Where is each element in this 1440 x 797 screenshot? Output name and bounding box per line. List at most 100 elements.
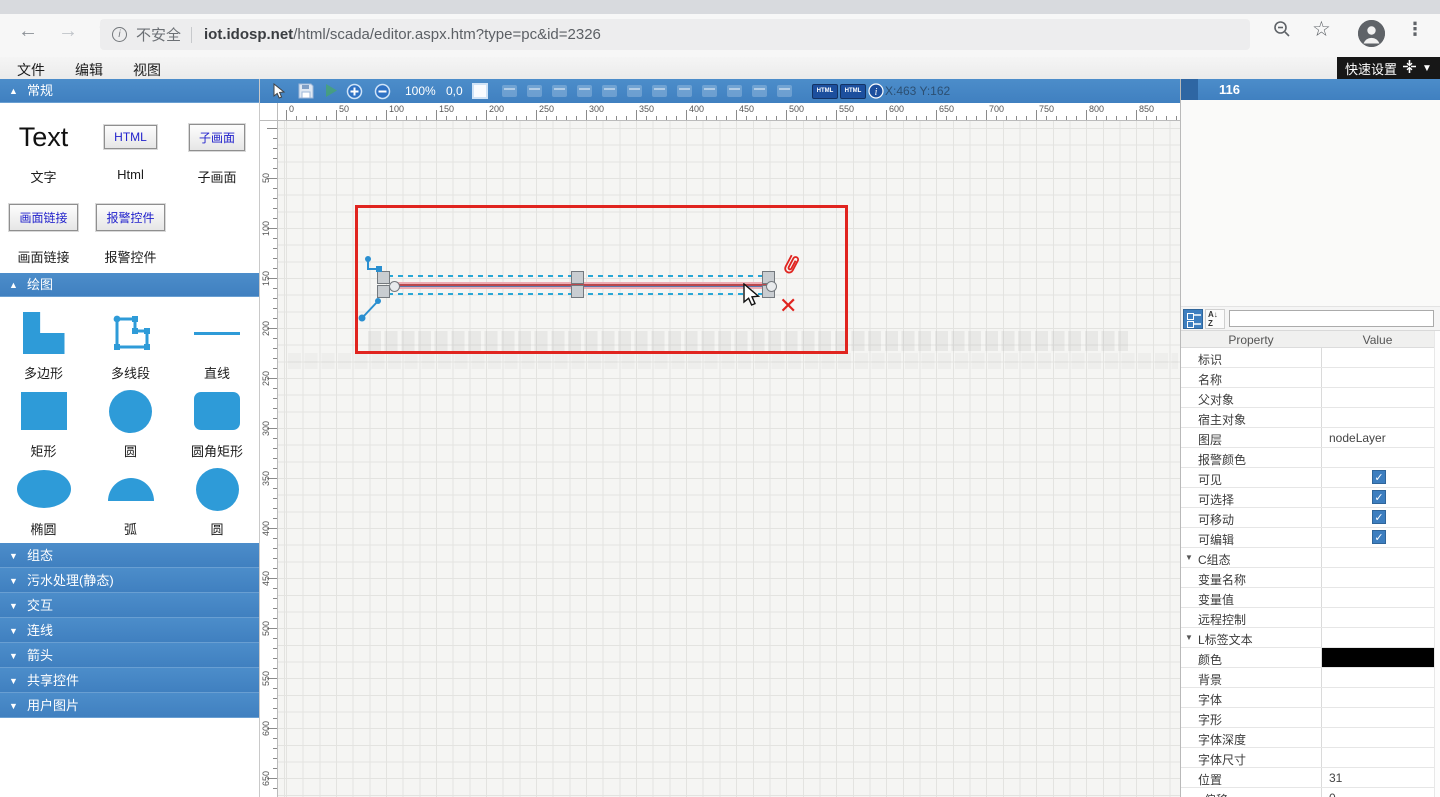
property-row-C组态[interactable]: ▼C组态 — [1181, 548, 1434, 568]
section-header-draw[interactable]: ▲ 绘图 — [0, 273, 259, 297]
property-row-颜色[interactable]: 颜色 — [1181, 648, 1434, 668]
draw-tool-polygon[interactable]: 多边形 — [0, 309, 87, 387]
line-endpoint-handle[interactable] — [389, 281, 400, 292]
tool-screen-link[interactable]: 画面链接画面链接 — [0, 193, 87, 273]
checkbox-icon[interactable]: ✓ — [1372, 510, 1386, 524]
property-row-可移动[interactable]: 可移动✓ — [1181, 508, 1434, 528]
zoom-out-icon[interactable] — [374, 83, 391, 103]
property-row-背景[interactable]: 背景 — [1181, 668, 1434, 688]
property-filter-input[interactable] — [1229, 310, 1434, 327]
distribute-v-icon[interactable] — [677, 85, 692, 97]
categorize-icon[interactable] — [1183, 309, 1203, 329]
property-value[interactable]: 0 — [1321, 788, 1434, 797]
draw-tool-arc[interactable]: 弧 — [87, 465, 174, 543]
align-bottom-icon[interactable] — [627, 85, 642, 97]
property-row-字形[interactable]: 字形 — [1181, 708, 1434, 728]
property-row-可选择[interactable]: 可选择✓ — [1181, 488, 1434, 508]
url-bar[interactable]: i 不安全 iot.idosp.net/html/scada/editor.as… — [100, 19, 1250, 50]
object-tree-area[interactable] — [1181, 100, 1440, 307]
select-cursor-icon[interactable] — [272, 83, 287, 103]
property-row-可见[interactable]: 可见✓ — [1181, 468, 1434, 488]
save-icon[interactable] — [298, 83, 314, 102]
ungroup-icon[interactable] — [777, 85, 792, 97]
property-row-变量值[interactable]: 变量值 — [1181, 588, 1434, 608]
draw-tool-circle2[interactable]: 圆 — [174, 465, 260, 543]
equal-width-icon[interactable] — [702, 85, 717, 97]
draw-tool-ellipse[interactable]: 椭圆 — [0, 465, 87, 543]
checkbox-icon[interactable]: ✓ — [1372, 530, 1386, 544]
section-header-collapsed[interactable]: ▼组态 — [0, 543, 259, 568]
zoom-in-icon[interactable] — [346, 83, 363, 103]
quick-settings-dropdown-icon[interactable]: ▼ — [1422, 63, 1432, 74]
section-header-collapsed[interactable]: ▼连线 — [0, 618, 259, 643]
align-right-icon[interactable] — [552, 85, 567, 97]
align-middle-v-icon[interactable] — [602, 85, 617, 97]
align-center-h-icon[interactable] — [527, 85, 542, 97]
property-value[interactable] — [1321, 408, 1434, 427]
property-value[interactable]: 31 — [1321, 768, 1434, 787]
align-left-icon[interactable] — [502, 85, 517, 97]
zoom-out-page-icon[interactable] — [1272, 19, 1292, 45]
run-icon[interactable] — [324, 83, 338, 101]
section-header-general[interactable]: ▲ 常规 — [0, 79, 259, 103]
forward-icon[interactable]: → — [58, 20, 78, 43]
checkbox-icon[interactable]: ✓ — [1372, 470, 1386, 484]
property-row-远程控制[interactable]: 远程控制 — [1181, 608, 1434, 628]
tool-text[interactable]: Text文字 — [0, 113, 87, 193]
bookmark-star-icon[interactable]: ☆ — [1312, 17, 1331, 42]
resize-handle[interactable] — [571, 271, 584, 284]
checkbox-icon[interactable]: ✓ — [1372, 490, 1386, 504]
section-header-collapsed[interactable]: ▼污水处理(静态) — [0, 568, 259, 593]
property-value[interactable] — [1321, 448, 1434, 467]
tool-sub-screen[interactable]: 子画面子画面 — [174, 113, 260, 193]
property-row-名称[interactable]: 名称 — [1181, 368, 1434, 388]
back-icon[interactable]: ← — [18, 20, 38, 43]
property-row-x偏移[interactable]: x偏移0 — [1181, 788, 1434, 797]
distribute-h-icon[interactable] — [652, 85, 667, 97]
browser-menu-icon[interactable]: ⋮ — [1406, 19, 1424, 40]
property-value[interactable] — [1321, 588, 1434, 607]
property-row-父对象[interactable]: 父对象 — [1181, 388, 1434, 408]
quick-settings[interactable]: 快速设置 ▼ — [1337, 57, 1440, 79]
draw-tool-polyline[interactable]: 多线段 — [87, 309, 174, 387]
property-row-图层[interactable]: 图层nodeLayer — [1181, 428, 1434, 448]
property-row-变量名称[interactable]: 变量名称 — [1181, 568, 1434, 588]
group-icon[interactable] — [752, 85, 767, 97]
property-value[interactable]: ✓ — [1321, 528, 1434, 547]
property-value[interactable] — [1321, 748, 1434, 767]
draw-tool-circle[interactable]: 圆 — [87, 387, 174, 465]
draw-tool-rect[interactable]: 矩形 — [0, 387, 87, 465]
menu-file[interactable]: 文件 — [17, 60, 45, 80]
tool-html[interactable]: HTMLHtml — [87, 113, 174, 193]
property-row-标识[interactable]: 标识 — [1181, 348, 1434, 368]
profile-avatar[interactable] — [1358, 20, 1385, 47]
canvas-background-icon[interactable] — [472, 83, 488, 102]
group-collapse-icon[interactable]: ▼ — [1185, 633, 1193, 642]
line-endpoint-handle[interactable] — [766, 281, 777, 292]
property-row-报警颜色[interactable]: 报警颜色 — [1181, 448, 1434, 468]
page-info-icon[interactable]: i — [112, 27, 127, 42]
sort-az-icon[interactable]: A↓Z — [1205, 309, 1225, 329]
section-header-collapsed[interactable]: ▼用户图片 — [0, 693, 259, 718]
draw-tool-line[interactable]: 直线 — [174, 309, 260, 387]
section-header-collapsed[interactable]: ▼交互 — [0, 593, 259, 618]
collapse-panels-icon[interactable] — [1403, 60, 1416, 76]
property-value[interactable]: ✓ — [1321, 488, 1434, 507]
property-row-可编辑[interactable]: 可编辑✓ — [1181, 528, 1434, 548]
tool-alarm-control[interactable]: 报警控件报警控件 — [87, 193, 174, 273]
property-value[interactable]: nodeLayer — [1321, 428, 1434, 447]
property-value[interactable] — [1321, 708, 1434, 727]
property-row-字体尺寸[interactable]: 字体尺寸 — [1181, 748, 1434, 768]
property-row-L标签文本[interactable]: ▼L标签文本 — [1181, 628, 1434, 648]
menu-edit[interactable]: 编辑 — [75, 60, 103, 80]
section-header-collapsed[interactable]: ▼共享控件 — [0, 668, 259, 693]
delete-icon[interactable]: ✕ — [779, 293, 797, 319]
property-value[interactable] — [1321, 388, 1434, 407]
property-value[interactable] — [1321, 688, 1434, 707]
menu-view[interactable]: 视图 — [133, 60, 161, 80]
attach-variable-icon[interactable] — [780, 252, 802, 281]
section-header-collapsed[interactable]: ▼箭头 — [0, 643, 259, 668]
edit-nodes-icon[interactable] — [363, 254, 387, 281]
property-value[interactable] — [1321, 608, 1434, 627]
resize-handle[interactable] — [571, 285, 584, 298]
